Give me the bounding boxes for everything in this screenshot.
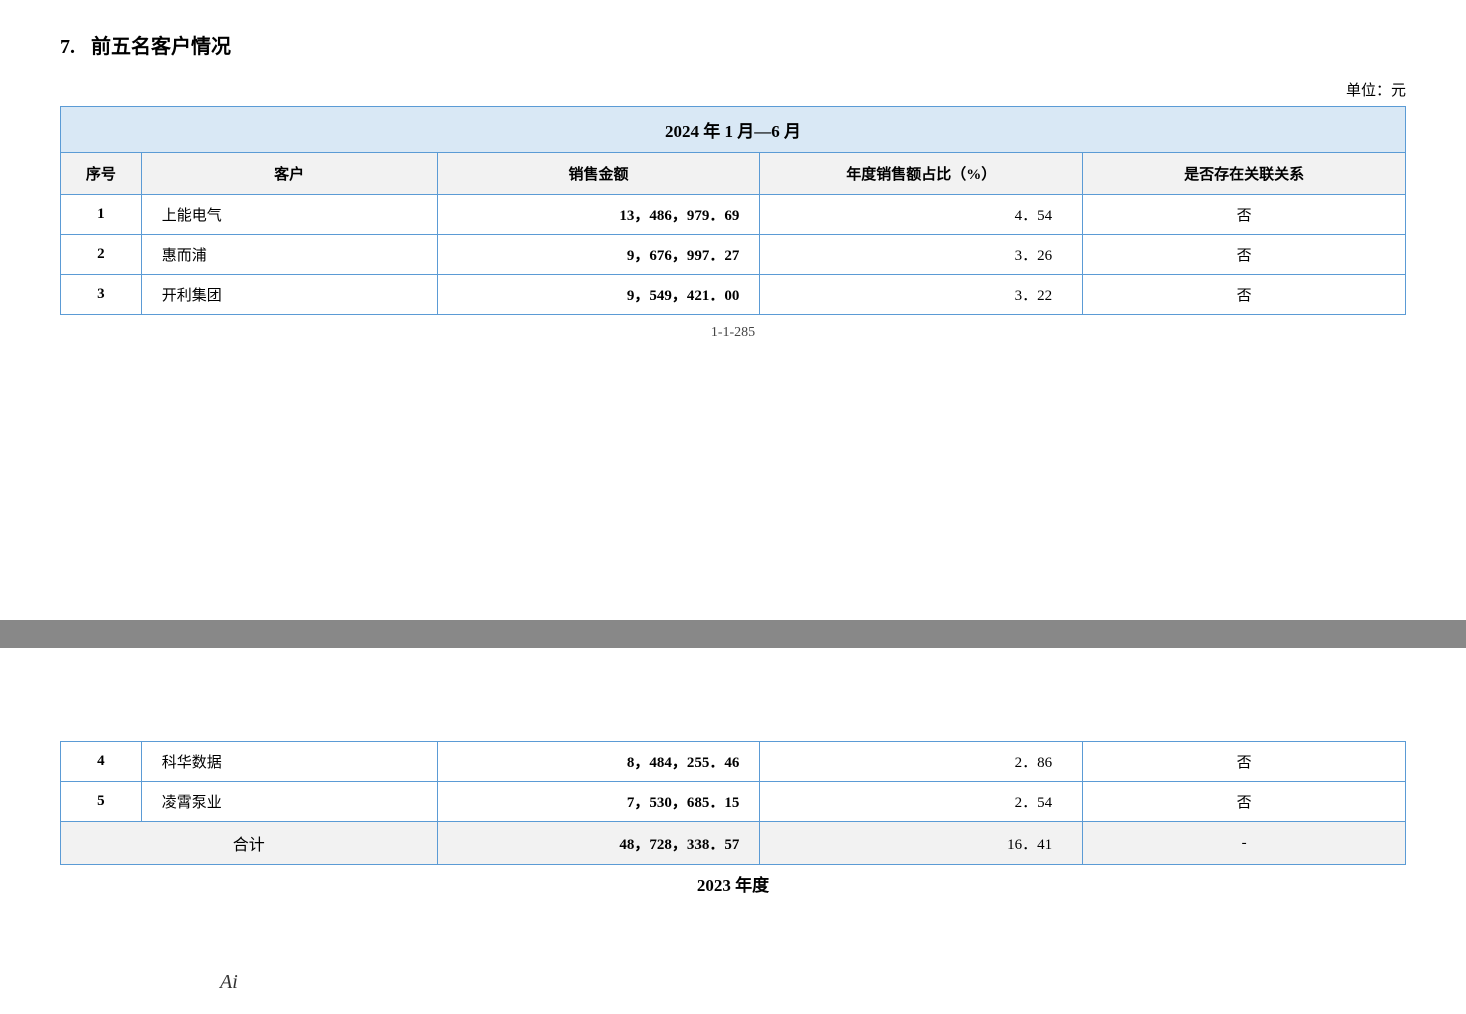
ratio-5: 2．54 xyxy=(760,782,1083,822)
sales-1: 13，486，979．69 xyxy=(437,195,760,235)
ratio-1: 4．54 xyxy=(760,195,1083,235)
section-title: 7. 前五名客户情况 xyxy=(60,30,1406,59)
related-3: 否 xyxy=(1083,275,1406,315)
period-header: 2024 年 1 月—6 月 xyxy=(61,107,1406,153)
table-row: 3 开利集团 9，549，421．00 3．22 否 xyxy=(61,275,1406,315)
customer-4: 科华数据 xyxy=(141,742,437,782)
sub-header-row: 序号 客户 销售金额 年度销售额占比（%） 是否存在关联关系 xyxy=(61,153,1406,195)
customers-table-bottom: 4 科华数据 8，484，255．46 2．86 否 5 凌霄泵业 7，530，… xyxy=(60,741,1406,865)
related-5: 否 xyxy=(1083,782,1406,822)
col-ratio: 年度销售额占比（%） xyxy=(760,153,1083,195)
total-related: - xyxy=(1083,822,1406,865)
section-heading: 前五名客户情况 xyxy=(91,30,231,59)
ratio-4: 2．86 xyxy=(760,742,1083,782)
table-row: 1 上能电气 13，486，979．69 4．54 否 xyxy=(61,195,1406,235)
customer-2: 惠而浦 xyxy=(141,235,437,275)
serial-5: 5 xyxy=(61,782,142,822)
total-ratio: 16．41 xyxy=(760,822,1083,865)
ratio-2: 3．26 xyxy=(760,235,1083,275)
table-row: 5 凌霄泵业 7，530，685．15 2．54 否 xyxy=(61,782,1406,822)
ratio-3: 3．22 xyxy=(760,275,1083,315)
customer-5: 凌霄泵业 xyxy=(141,782,437,822)
unit-label: 单位：元 xyxy=(60,79,1406,100)
total-sales: 48，728，338．57 xyxy=(437,822,760,865)
col-customer: 客户 xyxy=(141,153,437,195)
related-2: 否 xyxy=(1083,235,1406,275)
serial-1: 1 xyxy=(61,195,142,235)
sales-4: 8，484，255．46 xyxy=(437,742,760,782)
customers-table-top: 2024 年 1 月—6 月 序号 客户 销售金额 年度销售额占比（%） 是否存… xyxy=(60,106,1406,315)
table-row: 4 科华数据 8，484，255．46 2．86 否 xyxy=(61,742,1406,782)
ai-badge: Ai xyxy=(220,971,238,994)
col-serial: 序号 xyxy=(61,153,142,195)
sales-2: 9，676，997．27 xyxy=(437,235,760,275)
serial-4: 4 xyxy=(61,742,142,782)
page-indicator: 1-1-285 xyxy=(60,325,1406,341)
total-row: 合计 48，728，338．57 16．41 - xyxy=(61,822,1406,865)
col-related: 是否存在关联关系 xyxy=(1083,153,1406,195)
sales-3: 9，549，421．00 xyxy=(437,275,760,315)
related-1: 否 xyxy=(1083,195,1406,235)
customer-3: 开利集团 xyxy=(141,275,437,315)
col-sales: 销售金额 xyxy=(437,153,760,195)
customer-1: 上能电气 xyxy=(141,195,437,235)
related-4: 否 xyxy=(1083,742,1406,782)
serial-2: 2 xyxy=(61,235,142,275)
section-number: 7. xyxy=(60,36,75,59)
main-header-row: 2024 年 1 月—6 月 xyxy=(61,107,1406,153)
table-row: 2 惠而浦 9，676，997．27 3．26 否 xyxy=(61,235,1406,275)
next-period-label: 2023 年度 xyxy=(60,865,1406,902)
serial-3: 3 xyxy=(61,275,142,315)
sales-5: 7，530，685．15 xyxy=(437,782,760,822)
total-label: 合计 xyxy=(61,822,438,865)
